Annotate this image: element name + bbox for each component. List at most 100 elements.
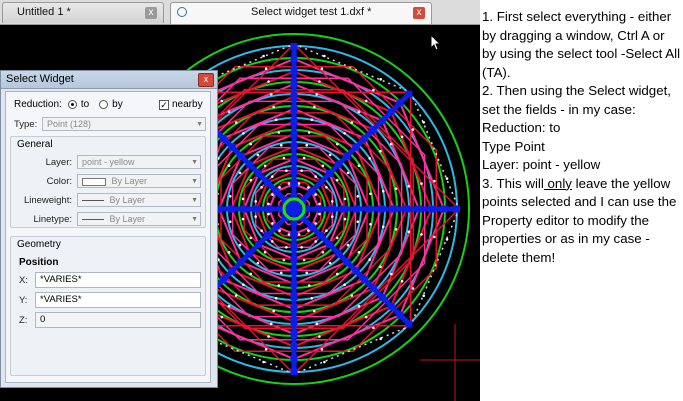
instruction-step-1: 1. First select everything - either by d… xyxy=(482,9,681,80)
yellow-point xyxy=(254,200,257,203)
instruction-type: Type Point xyxy=(482,138,545,154)
position-title: Position xyxy=(19,257,59,268)
spoke-node xyxy=(396,99,404,107)
tab-select-widget-test[interactable]: Select widget test 1.dxf * x xyxy=(170,2,432,24)
spoke-node xyxy=(272,187,280,195)
general-title: General xyxy=(17,139,53,150)
spoke-node xyxy=(255,170,263,178)
spoke-node xyxy=(352,143,360,151)
close-icon[interactable]: x xyxy=(145,7,157,19)
chevron-down-icon: ▼ xyxy=(191,197,198,204)
yellow-point xyxy=(310,297,314,300)
yellow-point xyxy=(249,178,253,182)
yellow-point xyxy=(420,182,423,185)
instruction-layer: Layer: point - yellow xyxy=(482,157,601,172)
linetype-select[interactable]: By Layer ▼ xyxy=(77,212,201,226)
yellow-point xyxy=(228,195,232,198)
yellow-point xyxy=(264,348,268,351)
spoke-node xyxy=(290,105,298,113)
yellow-point xyxy=(364,315,368,319)
yellow-point xyxy=(356,220,360,223)
spoke-node xyxy=(290,143,298,150)
z-label: Z: xyxy=(19,315,28,326)
yellow-point xyxy=(249,272,252,276)
yellow-point xyxy=(272,309,276,313)
position-y-field[interactable]: *VARIES* xyxy=(35,292,201,308)
yellow-point xyxy=(382,225,385,229)
yellow-point xyxy=(357,305,361,308)
spoke-node xyxy=(370,285,377,292)
tab-untitled-1[interactable]: Untitled 1 * x xyxy=(2,2,164,23)
yellow-point xyxy=(310,118,314,121)
instructions-text: 1. First select everything - either by d… xyxy=(482,8,682,267)
spoke-node xyxy=(272,223,280,231)
yellow-point xyxy=(220,99,224,103)
reduction-to-radio[interactable] xyxy=(67,100,77,109)
spoke-node xyxy=(378,117,386,125)
spoke-node xyxy=(405,320,413,328)
yellow-point xyxy=(357,110,361,113)
yellow-point xyxy=(263,250,267,254)
yellow-point xyxy=(411,287,415,290)
close-icon[interactable]: x xyxy=(198,73,214,87)
reduction-by-radio[interactable] xyxy=(99,100,109,109)
yellow-point xyxy=(228,220,232,223)
spoke-node xyxy=(340,205,348,213)
yellow-point xyxy=(274,118,278,121)
panel-header[interactable]: Select Widget x xyxy=(1,71,217,89)
yellow-point xyxy=(445,238,449,241)
yellow-point xyxy=(394,187,398,190)
lineweight-value: By Layer xyxy=(109,195,146,205)
spoke-node xyxy=(290,305,298,313)
yellow-point xyxy=(323,360,326,364)
yellow-point xyxy=(264,67,268,70)
position-x-field[interactable]: *VARIES* xyxy=(35,272,201,288)
spoke-node xyxy=(334,249,342,257)
yellow-point xyxy=(315,322,319,326)
panel-body: Reduction: to by ✓ nearby Type: Point (1… xyxy=(5,91,211,383)
spoke-node xyxy=(343,258,351,266)
yellow-point xyxy=(407,230,411,234)
yellow-point xyxy=(336,142,339,146)
yellow-point xyxy=(269,92,273,96)
chevron-down-icon: ▼ xyxy=(191,159,198,166)
yellow-point xyxy=(234,121,238,124)
color-swatch xyxy=(82,177,106,186)
panel-title: Select Widget xyxy=(6,73,74,85)
nearby-checkbox[interactable]: ✓ xyxy=(159,99,169,110)
tab-title: Select widget test 1.dxf * xyxy=(251,6,372,18)
yellow-point xyxy=(318,335,321,338)
yellow-point xyxy=(314,240,318,243)
yellow-point xyxy=(372,88,375,92)
color-select[interactable]: By Layer ▼ xyxy=(77,174,201,188)
yellow-point xyxy=(302,156,306,160)
type-select[interactable]: Point (128) ▼ xyxy=(42,117,206,131)
yellow-point xyxy=(320,348,324,351)
reduction-label: Reduction: xyxy=(14,99,62,110)
web-dotted-chord xyxy=(293,43,411,93)
yellow-point xyxy=(256,153,260,157)
position-z-value: 0 xyxy=(40,314,46,325)
close-icon[interactable]: x xyxy=(413,7,425,19)
yellow-point xyxy=(274,297,278,300)
spoke-node xyxy=(440,205,448,213)
mouse-cursor-icon xyxy=(430,34,442,51)
yellow-point xyxy=(379,149,382,153)
yellow-point xyxy=(238,243,242,247)
spoke-node xyxy=(308,187,316,195)
lineweight-select[interactable]: By Layer ▼ xyxy=(77,193,201,207)
yellow-point xyxy=(323,54,326,58)
yellow-point xyxy=(272,105,276,109)
yellow-point xyxy=(433,179,436,183)
lineweight-label: Lineweight: xyxy=(23,195,72,206)
spoke-node xyxy=(387,302,395,310)
yellow-point xyxy=(260,186,263,189)
spoke-node xyxy=(343,152,351,160)
position-z-field[interactable]: 0 xyxy=(35,312,201,328)
yellow-point xyxy=(400,135,404,139)
yellow-point xyxy=(300,169,303,172)
layer-select[interactable]: point - yellow ▼ xyxy=(77,155,201,169)
yellow-point xyxy=(350,121,354,124)
yellow-point xyxy=(394,228,398,231)
yellow-point xyxy=(320,67,324,70)
